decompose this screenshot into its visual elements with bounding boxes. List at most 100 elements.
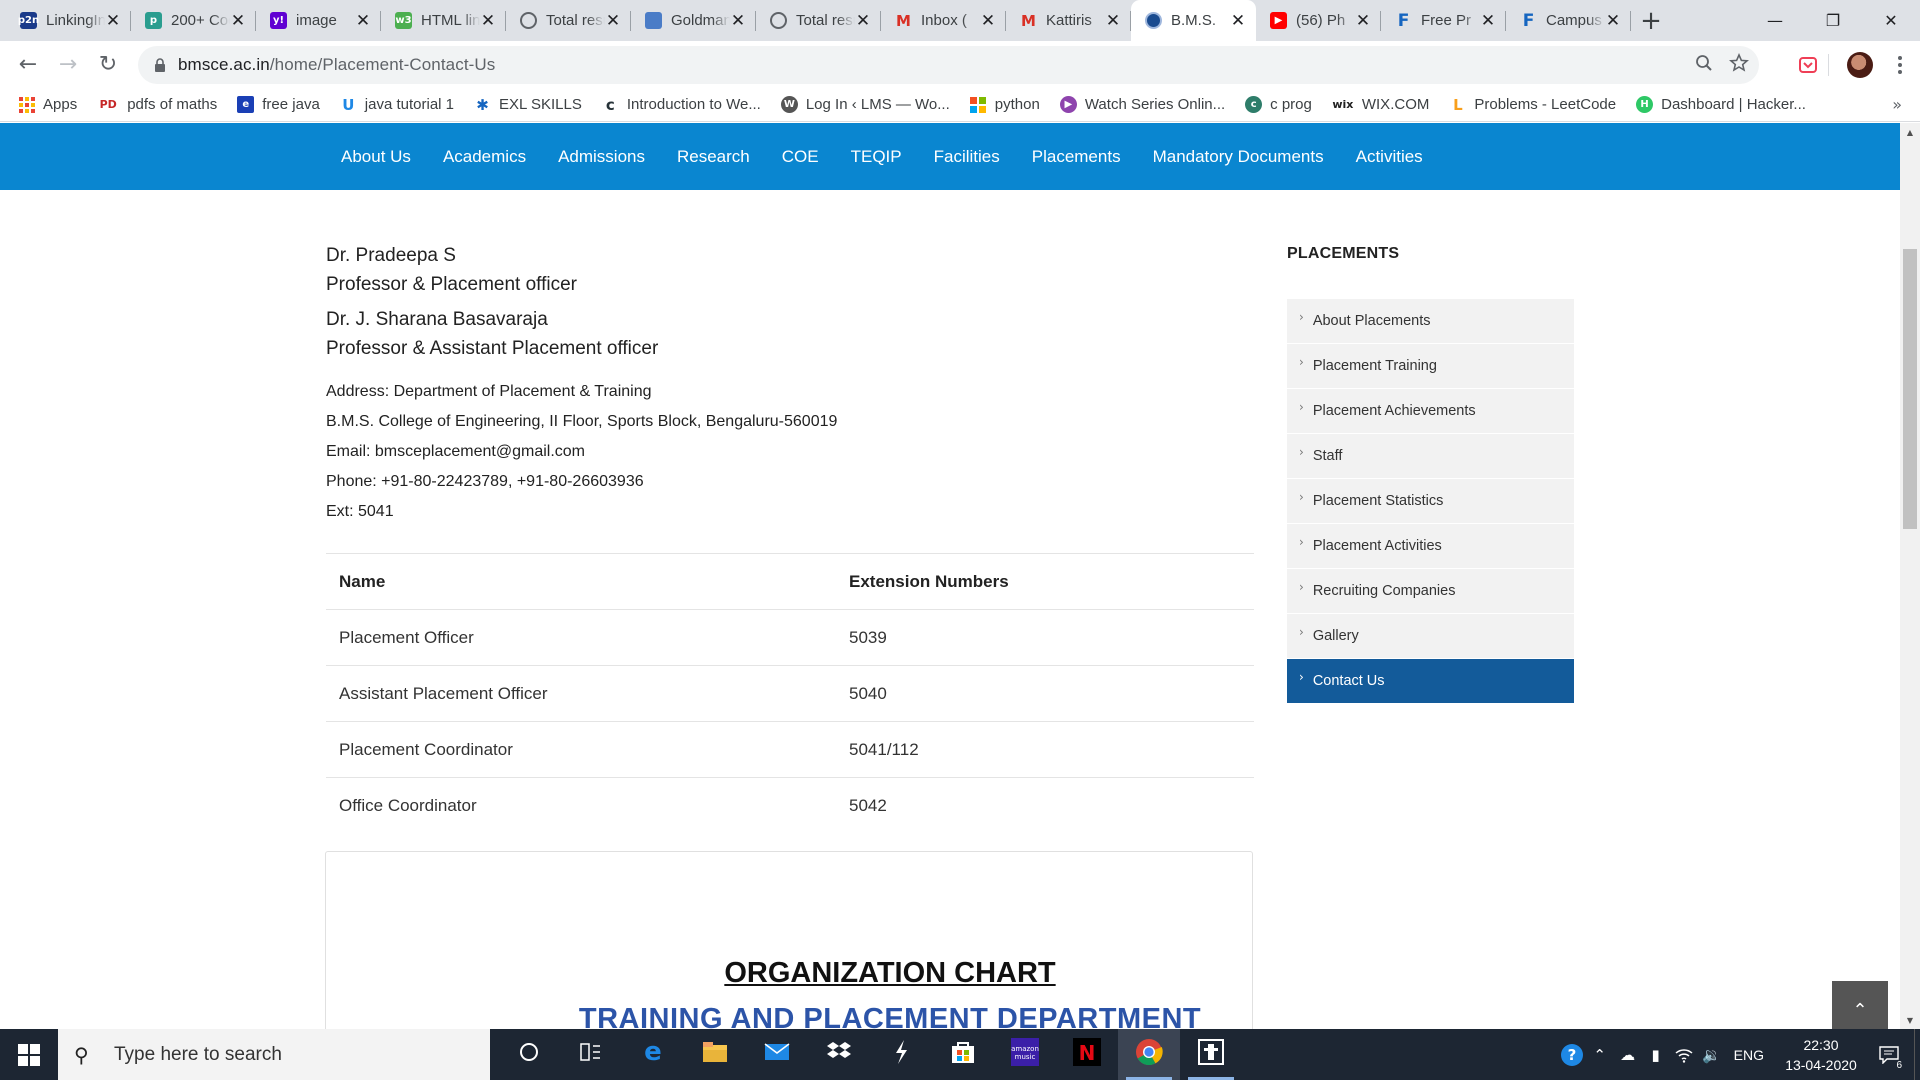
bookmark-item[interactable]: L Problems - LeetCode [1449, 96, 1616, 114]
battery-icon[interactable]: ▮ [1642, 1029, 1670, 1080]
back-to-top-button[interactable]: ⌃ [1832, 981, 1888, 1029]
volume-icon[interactable]: 🔉 [1698, 1029, 1726, 1080]
bookmark-item[interactable]: Apps [18, 96, 77, 113]
bookmark-item[interactable]: c c prog [1245, 96, 1312, 113]
tab-close-icon[interactable]: ✕ [1355, 11, 1371, 31]
browser-tab[interactable]: p2n LinkingIn ✕ [6, 0, 131, 41]
bookmark-item[interactable]: e free java [237, 96, 320, 113]
sidebar-item[interactable]: › Recruiting Companies [1287, 569, 1574, 614]
tab-close-icon[interactable]: ✕ [230, 11, 246, 31]
tab-close-icon[interactable]: ✕ [1605, 11, 1621, 31]
site-nav-item[interactable]: Academics [427, 123, 542, 190]
clock[interactable]: 22:30 13-04-2020 [1778, 1035, 1864, 1075]
tray-overflow-chevron-icon[interactable]: ⌃ [1586, 1029, 1614, 1080]
browser-tab[interactable]: ▶ (56) Ph ✕ [1256, 0, 1381, 41]
start-button[interactable] [0, 1029, 58, 1080]
browser-tab[interactable]: B.M.S. ✕ [1131, 0, 1256, 41]
app-bolt-taskbar-button[interactable] [870, 1029, 932, 1080]
taskbar-search[interactable]: ⚲ Type here to search [58, 1029, 490, 1080]
remote-app-taskbar-button[interactable] [1180, 1029, 1242, 1080]
site-nav-item[interactable]: Activities [1340, 123, 1439, 190]
bookmark-item[interactable]: H Dashboard | Hacker... [1636, 96, 1806, 113]
back-button[interactable]: ← [8, 45, 48, 85]
browser-tab[interactable]: M Kattiris ✕ [1006, 0, 1131, 41]
netflix-taskbar-button[interactable]: N [1056, 1029, 1118, 1080]
tab-close-icon[interactable]: ✕ [480, 11, 496, 31]
browser-tab[interactable]: Total results✕ [756, 0, 881, 41]
lock-icon[interactable] [152, 57, 168, 73]
site-nav-item[interactable]: TEQIP [835, 123, 918, 190]
onedrive-icon[interactable]: ☁ [1614, 1029, 1642, 1080]
pocket-extension-icon[interactable] [1788, 45, 1828, 85]
profile-avatar[interactable] [1840, 45, 1880, 85]
reload-button[interactable]: ↻ [88, 45, 128, 85]
browser-tab[interactable]: Goldman ✕ [631, 0, 756, 41]
cortana-taskbar-button[interactable] [498, 1029, 560, 1080]
scroll-down-arrow-icon[interactable]: ▼ [1900, 1011, 1920, 1029]
language-indicator[interactable]: ENG [1734, 1047, 1764, 1063]
browser-tab[interactable]: F Campus ✕ [1506, 0, 1631, 41]
sidebar-item[interactable]: › About Placements [1287, 299, 1574, 344]
mail-taskbar-button[interactable] [746, 1029, 808, 1080]
amazon-music-taskbar-button[interactable]: amazon music [994, 1029, 1056, 1080]
edge-taskbar-button[interactable]: e [622, 1029, 684, 1080]
browser-tab[interactable]: y! image ✕ [256, 0, 381, 41]
site-nav-item[interactable]: Mandatory Documents [1137, 123, 1340, 190]
maximize-button[interactable]: ❐ [1804, 0, 1862, 40]
site-nav-item[interactable]: Facilities [918, 123, 1016, 190]
tab-close-icon[interactable]: ✕ [605, 11, 621, 31]
url-text[interactable]: bmsce.ac.in/home/Placement-Contact-Us [178, 55, 495, 75]
task-view-taskbar-button[interactable] [560, 1029, 622, 1080]
sidebar-item[interactable]: › Placement Training [1287, 344, 1574, 389]
menu-kebab-icon[interactable] [1880, 45, 1920, 85]
browser-tab[interactable]: F Free Pr ✕ [1381, 0, 1506, 41]
sidebar-item[interactable]: › Placement Statistics [1287, 479, 1574, 524]
scroll-up-arrow-icon[interactable]: ▲ [1900, 123, 1920, 141]
tab-close-icon[interactable]: ✕ [1230, 11, 1246, 31]
sidebar-item[interactable]: › Staff [1287, 434, 1574, 479]
bookmark-item[interactable]: python [970, 96, 1040, 113]
sidebar-item[interactable]: › Placement Achievements [1287, 389, 1574, 434]
file-explorer-taskbar-button[interactable] [684, 1029, 746, 1080]
bookmark-item[interactable]: Ujava tutorial 1 [340, 96, 454, 114]
minimize-button[interactable]: — [1746, 0, 1804, 40]
tab-close-icon[interactable]: ✕ [1105, 11, 1121, 31]
forward-button[interactable]: → [48, 45, 88, 85]
bookmark-item[interactable]: PD pdfs of maths [97, 96, 218, 113]
browser-tab[interactable]: w3 HTML links✕ [381, 0, 506, 41]
tab-close-icon[interactable]: ✕ [730, 11, 746, 31]
new-tab-button[interactable]: + [1631, 0, 1671, 41]
site-nav-item[interactable]: Research [661, 123, 766, 190]
zoom-icon[interactable] [1695, 54, 1713, 77]
site-nav-item[interactable]: Admissions [542, 123, 661, 190]
site-nav-item[interactable]: About Us [325, 123, 427, 190]
tab-close-icon[interactable]: ✕ [355, 11, 371, 31]
wifi-icon[interactable] [1670, 1029, 1698, 1080]
store-taskbar-button[interactable] [932, 1029, 994, 1080]
help-icon[interactable]: ? [1558, 1029, 1586, 1080]
sidebar-item[interactable]: › Gallery [1287, 614, 1574, 659]
tab-close-icon[interactable]: ✕ [1480, 11, 1496, 31]
address-bar[interactable]: bmsce.ac.in/home/Placement-Contact-Us [138, 46, 1759, 84]
browser-tab[interactable]: M Inbox (✕ [881, 0, 1006, 41]
action-center-button[interactable]: 6 [1864, 1029, 1914, 1080]
tab-close-icon[interactable]: ✕ [980, 11, 996, 31]
sidebar-item[interactable]: › Placement Activities [1287, 524, 1574, 569]
dropbox-taskbar-button[interactable] [808, 1029, 870, 1080]
chrome-taskbar-button[interactable] [1118, 1029, 1180, 1080]
bookmark-item[interactable]: ✱ EXL SKILLS [474, 96, 582, 114]
page-scrollbar[interactable]: ▲ ▼ [1900, 123, 1920, 1029]
scroll-thumb[interactable] [1903, 249, 1917, 529]
browser-tab[interactable]: p 200+ Coding✕ [131, 0, 256, 41]
site-nav-item[interactable]: COE [766, 123, 835, 190]
bookmark-star-icon[interactable] [1729, 52, 1749, 78]
close-window-button[interactable]: ✕ [1862, 0, 1920, 40]
browser-tab[interactable]: Total results✕ [506, 0, 631, 41]
bookmark-item[interactable]: c Introduction to We... [602, 96, 761, 114]
show-desktop-button[interactable] [1914, 1029, 1920, 1080]
tab-close-icon[interactable]: ✕ [105, 11, 121, 31]
site-nav-item[interactable]: Placements [1016, 123, 1137, 190]
bookmarks-overflow-icon[interactable]: » [1892, 95, 1902, 114]
tab-close-icon[interactable]: ✕ [855, 11, 871, 31]
bookmark-item[interactable]: ▶ Watch Series Onlin... [1059, 96, 1225, 113]
